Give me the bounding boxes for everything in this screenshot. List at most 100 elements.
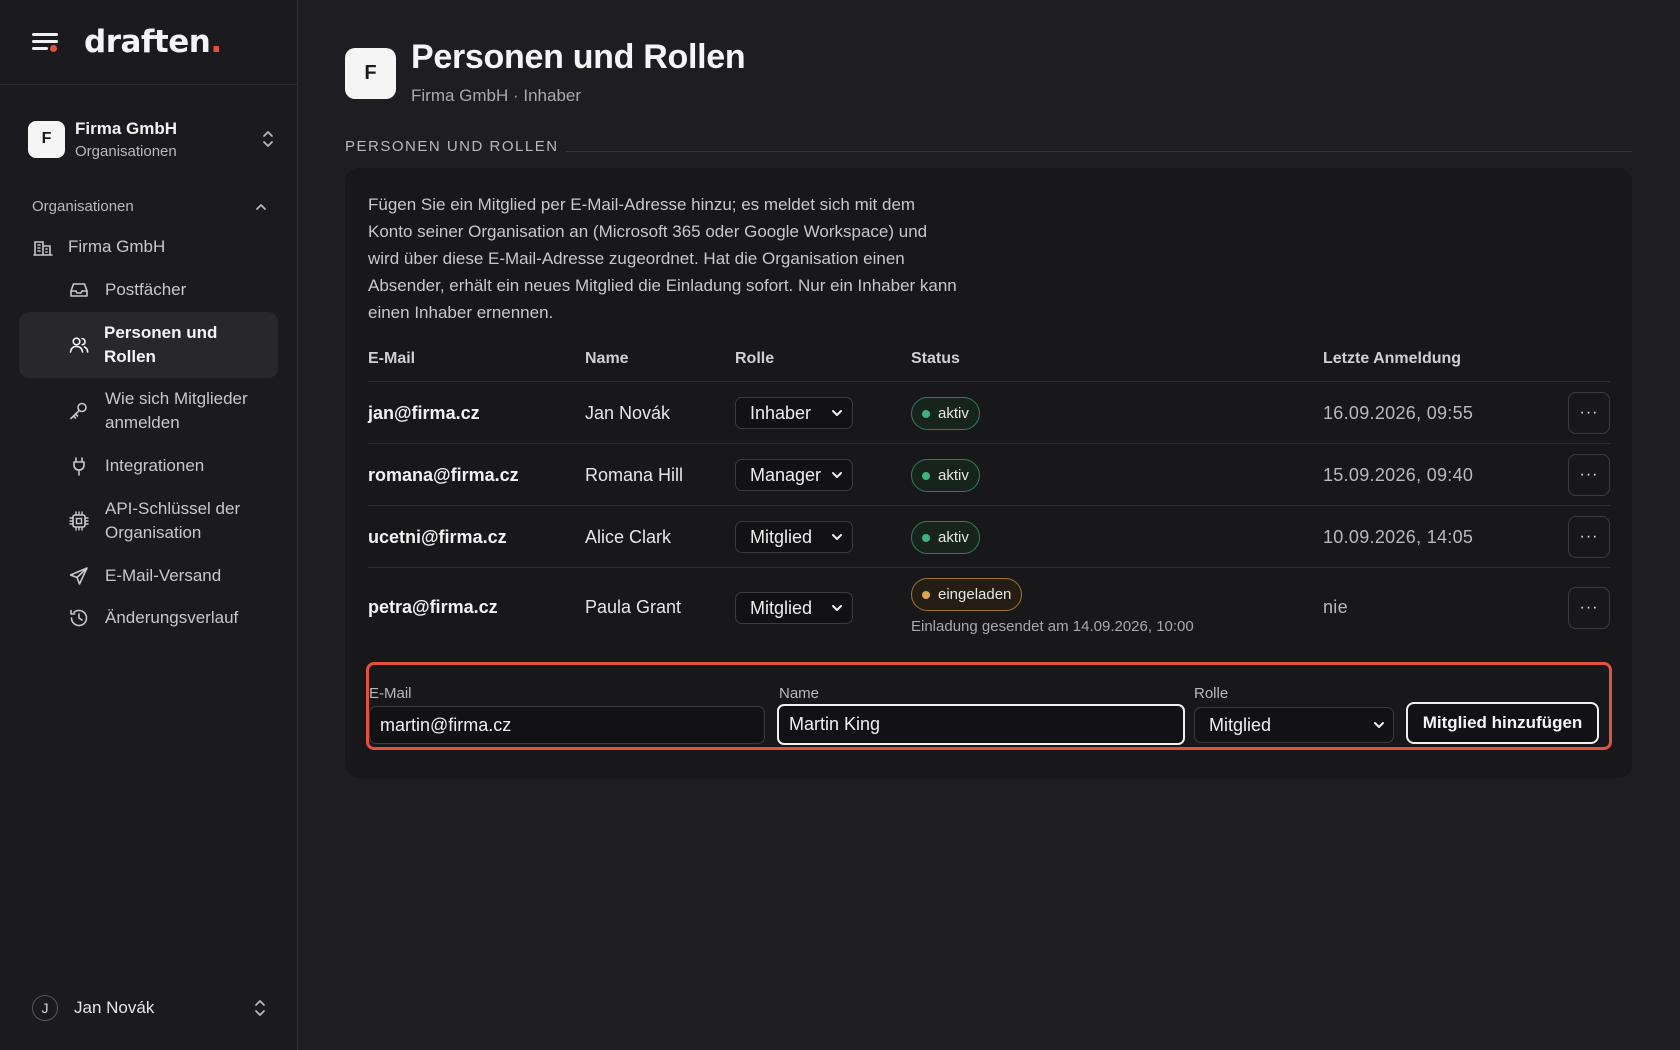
email-field[interactable]: martin@firma.cz bbox=[369, 706, 765, 744]
sidebar-item-personen[interactable]: Personen und Rollen bbox=[19, 312, 278, 378]
email-label: E-Mail bbox=[369, 685, 412, 702]
menu-icon[interactable] bbox=[32, 31, 58, 53]
more-icon: ··· bbox=[1579, 404, 1599, 421]
role-select-value: Mitglied bbox=[1209, 714, 1272, 735]
row-divider bbox=[368, 505, 1610, 506]
sidebar-item-label: Änderungsverlauf bbox=[105, 608, 239, 627]
last-login: 15.09.2026, 09:40 bbox=[1323, 465, 1474, 485]
member-email: ucetni@firma.cz bbox=[368, 527, 507, 547]
role-select-value: Manager bbox=[750, 464, 822, 485]
role-label: Rolle bbox=[1194, 685, 1229, 702]
app-logo[interactable]: draften. bbox=[84, 24, 222, 60]
user-switcher[interactable]: J Jan Novák bbox=[32, 993, 268, 1023]
status-label: aktiv bbox=[938, 405, 969, 422]
sidebar-item-label: Postfächer bbox=[105, 280, 187, 299]
invitation-note: Einladung gesendet am 14.09.2026, 10:00 bbox=[911, 618, 1194, 635]
sidebar-item-label: API-Schlüssel der Organisation bbox=[105, 499, 241, 542]
intro-text: Fügen Sie ein Mitglied per E-Mail-Adress… bbox=[368, 195, 957, 322]
sidebar-item-integrationen[interactable]: Integrationen bbox=[68, 454, 278, 478]
sidebar-item-label: E-Mail-Versand bbox=[105, 566, 222, 585]
status-badge: aktiv bbox=[911, 521, 980, 554]
chevron-up-icon bbox=[256, 203, 266, 210]
org-switcher-name: Firma GmbH bbox=[75, 118, 178, 138]
page-subtitle: Firma GmbH · Inhaber bbox=[411, 86, 582, 105]
status-badge: eingeladen bbox=[911, 578, 1023, 611]
status-dot bbox=[922, 533, 930, 542]
name-label: Name bbox=[779, 685, 820, 702]
more-icon: ··· bbox=[1579, 599, 1599, 616]
row-actions-button[interactable]: ··· bbox=[1568, 587, 1610, 629]
brand: draften. bbox=[32, 24, 272, 60]
users-icon bbox=[69, 337, 89, 353]
sidebar-item-label: Firma GmbH bbox=[68, 237, 166, 256]
sidebar: draften. F Firma GmbH Organisationen Org… bbox=[0, 0, 298, 1050]
column-header-email: E-Mail bbox=[368, 350, 416, 367]
chevron-down-icon bbox=[832, 410, 842, 416]
status-badge: aktiv bbox=[911, 397, 980, 430]
role-select[interactable]: Mitglied bbox=[735, 521, 853, 553]
sidebar-item-aenderungsverlauf[interactable]: Änderungsverlauf bbox=[68, 606, 278, 630]
member-email: romana@firma.cz bbox=[368, 465, 519, 485]
row-divider bbox=[368, 381, 1610, 382]
column-header-role: Rolle bbox=[735, 350, 775, 367]
new-member-role-select[interactable]: Mitglied bbox=[1194, 707, 1394, 743]
sidebar-divider bbox=[0, 84, 298, 85]
add-member-form: E-Mail martin@firma.cz Name Martin King … bbox=[366, 662, 1612, 750]
page-title: Personen und Rollen bbox=[411, 38, 746, 76]
more-icon: ··· bbox=[1579, 528, 1599, 545]
section-divider bbox=[566, 151, 1632, 152]
sidebar-item-api-keys[interactable]: API-Schlüssel der Organisation bbox=[68, 496, 278, 546]
status-label: aktiv bbox=[938, 467, 969, 484]
column-header-status: Status bbox=[911, 350, 960, 367]
last-login: nie bbox=[1323, 597, 1348, 617]
add-member-button[interactable]: Mitglied hinzufügen bbox=[1406, 702, 1599, 744]
org-switcher-subtitle: Organisationen bbox=[75, 142, 177, 160]
member-email: jan@firma.cz bbox=[368, 403, 480, 423]
role-select-value: Inhaber bbox=[750, 402, 812, 423]
plug-icon bbox=[73, 457, 85, 476]
sidebar-section-organisationen[interactable]: Organisationen bbox=[32, 198, 268, 215]
chevron-down-icon bbox=[832, 472, 842, 478]
member-name: Paula Grant bbox=[585, 597, 682, 617]
role-select[interactable]: Manager bbox=[735, 459, 853, 491]
sidebar-item-postfaecher[interactable]: Postfächer bbox=[68, 278, 278, 302]
row-divider bbox=[368, 567, 1610, 568]
row-actions-button[interactable]: ··· bbox=[1568, 454, 1610, 496]
name-field[interactable]: Martin King bbox=[777, 704, 1185, 745]
more-icon: ··· bbox=[1579, 466, 1599, 483]
row-divider bbox=[368, 443, 1610, 444]
member-name: Alice Clark bbox=[585, 527, 672, 547]
column-header-last-login: Letzte Anmeldung bbox=[1323, 350, 1462, 367]
section-title: PERSONEN UND ROLLEN bbox=[345, 138, 559, 155]
sidebar-item-anmelden[interactable]: Wie sich Mitglieder anmelden bbox=[68, 386, 278, 436]
status-label: eingeladen bbox=[938, 586, 1012, 603]
chevron-updown-icon bbox=[255, 1000, 265, 1016]
org-avatar: F bbox=[28, 120, 65, 158]
page-avatar: F bbox=[345, 48, 396, 99]
status-dot bbox=[922, 409, 930, 418]
org-switcher[interactable]: F Firma GmbH Organisationen bbox=[28, 116, 276, 162]
building-icon bbox=[33, 241, 53, 256]
chevron-down-icon bbox=[832, 605, 842, 611]
chevron-updown-icon bbox=[263, 131, 273, 147]
role-select[interactable]: Mitglied bbox=[735, 592, 853, 624]
sidebar-item-email-versand[interactable]: E-Mail-Versand bbox=[68, 564, 278, 588]
send-icon bbox=[69, 567, 88, 585]
row-actions-button[interactable]: ··· bbox=[1568, 516, 1610, 558]
chevron-down-icon bbox=[1374, 722, 1384, 728]
sidebar-section-label: Organisationen bbox=[32, 198, 134, 215]
main-content: F Personen und Rollen Firma GmbH · Inhab… bbox=[298, 0, 1680, 1050]
sidebar-item-firma[interactable]: Firma GmbH bbox=[32, 235, 262, 259]
status-badge: aktiv bbox=[911, 459, 980, 492]
role-select[interactable]: Inhaber bbox=[735, 397, 853, 429]
sidebar-item-label: Integrationen bbox=[105, 456, 205, 475]
row-actions-button[interactable]: ··· bbox=[1568, 392, 1610, 434]
member-name: Romana Hill bbox=[585, 465, 684, 485]
user-name: Jan Novák bbox=[74, 998, 155, 1017]
history-icon bbox=[70, 609, 88, 627]
role-select-value: Mitglied bbox=[750, 597, 813, 618]
member-name: Jan Novák bbox=[585, 403, 671, 423]
last-login: 16.09.2026, 09:55 bbox=[1323, 403, 1474, 423]
sidebar-item-label: Personen und Rollen bbox=[104, 323, 218, 366]
user-avatar: J bbox=[32, 995, 58, 1021]
